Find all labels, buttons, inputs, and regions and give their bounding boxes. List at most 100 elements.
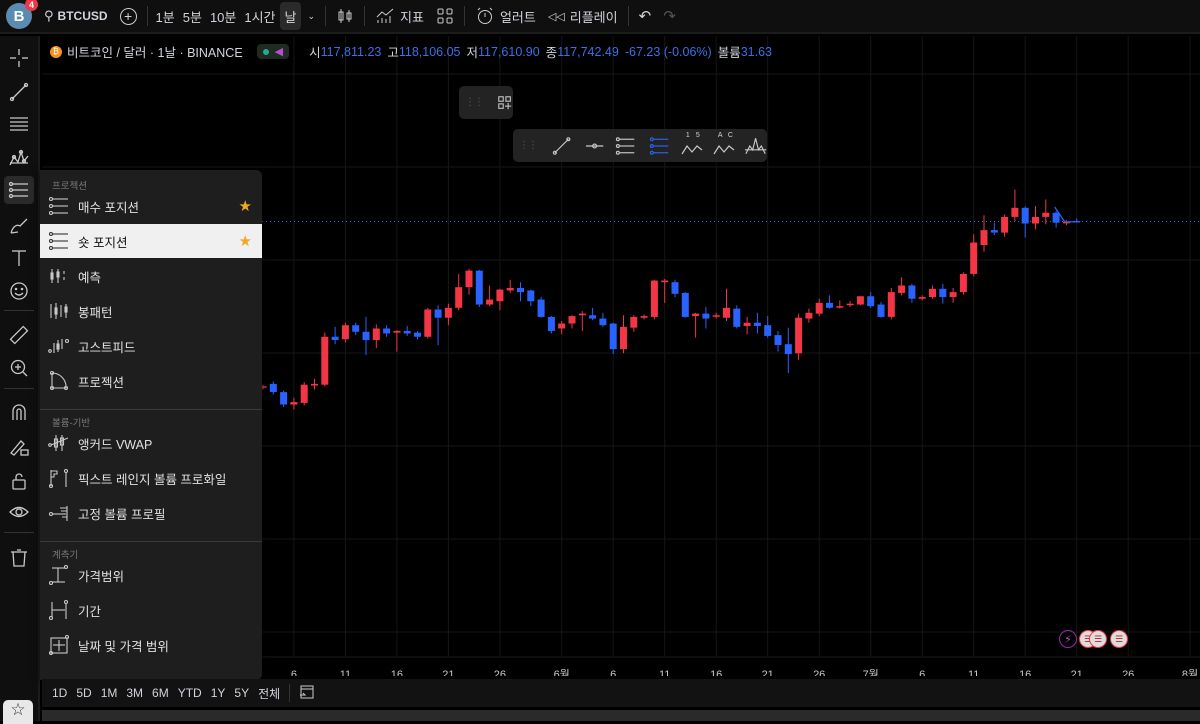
menu-item-fixed-volume-profile[interactable]: 고정 볼륨 프로필 — [40, 496, 262, 530]
price-range-icon — [48, 564, 69, 586]
range-5d[interactable]: 5D — [76, 686, 91, 700]
volume-value: 31.63 — [740, 44, 772, 59]
range-1y[interactable]: 1Y — [211, 686, 226, 700]
menu-item-ghost-feed[interactable]: 고스트피드 — [40, 329, 262, 363]
drag-handle-icon[interactable]: ⋮⋮ — [519, 140, 538, 151]
candle-body — [1052, 212, 1060, 223]
abc-pattern-button[interactable]: AC — [712, 132, 736, 158]
candle-body — [650, 280, 658, 317]
menu-item-projection[interactable]: 프로젝션 — [40, 364, 262, 398]
drag-handle-icon[interactable]: ⋮⋮ — [465, 97, 484, 108]
smiley-icon — [10, 282, 28, 300]
candle-body — [537, 299, 545, 317]
menu-item-long-position[interactable]: 매수 포지션 ★ — [40, 189, 262, 223]
chevron-down-icon: ⌄ — [307, 10, 316, 21]
user-avatar[interactable]: B4 — [6, 0, 38, 29]
redo-button[interactable]: ↷ — [657, 2, 682, 30]
compare-symbol-button[interactable]: + — [114, 2, 143, 30]
range-1m[interactable]: 1M — [101, 686, 118, 700]
chart-type-button[interactable] — [330, 2, 360, 30]
menu-item-short-position[interactable]: 숏 포지션 ★ — [40, 224, 262, 258]
indicators-button[interactable]: 지표 — [369, 2, 430, 30]
measure-tool[interactable] — [4, 321, 34, 349]
divider — [627, 6, 629, 26]
symbol-search-button[interactable]: ⚲ BTCUSD — [38, 2, 114, 30]
stay-in-drawing-mode[interactable] — [4, 433, 34, 461]
divider — [325, 6, 327, 26]
favorite-star-icon[interactable]: ★ — [239, 197, 252, 215]
timeframe-10m[interactable]: 10분 — [206, 2, 240, 30]
trend-line-icon[interactable] — [551, 135, 572, 157]
go-to-date-button[interactable] — [298, 683, 316, 704]
trend-line-tool[interactable] — [4, 78, 34, 106]
pattern-icon — [9, 149, 29, 166]
range-5y[interactable]: 5Y — [234, 686, 249, 700]
trash-icon — [11, 549, 27, 567]
long-position-icon[interactable] — [615, 135, 636, 157]
candle-body — [558, 323, 566, 329]
ruler-icon — [9, 325, 29, 345]
range-ytd[interactable]: YTD — [178, 686, 202, 700]
market-status[interactable]: ◀ — [256, 44, 290, 59]
range-1d[interactable]: 1D — [52, 686, 67, 700]
range-3m[interactable]: 3M — [126, 686, 143, 700]
event-marker-us[interactable]: ☰ — [1110, 630, 1128, 648]
bottom-panel-handle[interactable] — [42, 710, 1200, 721]
range-6m[interactable]: 6M — [152, 686, 169, 700]
undo-button[interactable]: ↶ — [633, 2, 658, 30]
emoji-tool[interactable] — [4, 277, 34, 305]
time-axis-label: 16 — [1019, 669, 1031, 676]
range-all[interactable]: 전체 — [258, 685, 280, 702]
lock-drawings[interactable] — [4, 467, 34, 495]
magnet-tool[interactable] — [4, 398, 34, 426]
menu-item-date-range[interactable]: 기간 — [40, 593, 262, 627]
add-to-favorites-icon[interactable] — [497, 94, 513, 112]
favorite-star-icon[interactable]: ★ — [239, 232, 252, 250]
timeframe-5m[interactable]: 5분 — [179, 2, 206, 30]
menu-item-fixed-range-volume[interactable]: 픽스트 레인지 볼륨 프로화일 — [40, 461, 262, 495]
timeframe-1h[interactable]: 1시간 — [240, 2, 279, 30]
time-axis-label: 21 — [762, 669, 774, 676]
menu-item-anchored-vwap[interactable]: 앵커드 VWAP — [40, 426, 262, 460]
menu-item-forecast[interactable]: 예측 — [40, 259, 262, 293]
candle-body — [599, 318, 607, 326]
zoom-tool[interactable] — [4, 354, 34, 382]
alert-button[interactable]: 얼러트 — [469, 2, 542, 30]
brush-tool[interactable] — [4, 211, 34, 239]
menu-item-date-price-range[interactable]: 날짜 및 가격 범위 — [40, 628, 262, 662]
candle-body — [403, 330, 411, 334]
replay-button[interactable]: ◁◁ 리플레이 — [542, 2, 624, 30]
timeframe-day[interactable]: 날 — [279, 2, 302, 30]
event-marker-lightning[interactable]: ⚡ — [1059, 630, 1077, 648]
menu-item-price-range[interactable]: 가격범위 — [40, 558, 262, 592]
patterns-tool[interactable] — [4, 144, 34, 172]
menu-item-label: 픽스트 레인지 볼륨 프로화일 — [78, 472, 227, 487]
hide-drawings[interactable] — [4, 499, 34, 527]
favorites-button[interactable]: ☆ — [3, 700, 33, 724]
projection-tool[interactable]: ‹ — [4, 176, 42, 204]
candle-body — [424, 309, 432, 337]
timeframe-1m[interactable]: 1분 — [152, 2, 179, 30]
candle-body — [1032, 216, 1039, 224]
candle-body — [331, 336, 339, 341]
menu-item-bars-pattern[interactable]: 봉패턴 — [40, 294, 262, 328]
calendar-arrow-icon — [300, 685, 314, 698]
remove-drawings[interactable] — [4, 544, 34, 572]
candle-body — [836, 306, 844, 308]
layouts-button[interactable] — [430, 2, 460, 30]
forecast-icon — [50, 269, 65, 283]
horizontal-ray-icon[interactable] — [584, 135, 605, 157]
fib-tool[interactable] — [4, 110, 34, 138]
xabcd-pattern-button[interactable]: 15 — [680, 132, 704, 158]
head-shoulders-icon[interactable] — [744, 134, 767, 158]
short-position-icon[interactable] — [649, 135, 670, 157]
crosshair-tool[interactable] — [4, 44, 34, 72]
candle-body — [506, 287, 514, 291]
time-axis-label: 6 — [291, 669, 297, 676]
event-marker-us[interactable]: ☰ — [1089, 630, 1107, 648]
candle-body — [609, 323, 617, 350]
text-tool[interactable] — [4, 244, 34, 272]
candle-body — [393, 330, 401, 333]
us-flag-icon: ☰ — [1093, 633, 1103, 644]
timeframe-dropdown[interactable]: ⌄ — [301, 2, 321, 30]
